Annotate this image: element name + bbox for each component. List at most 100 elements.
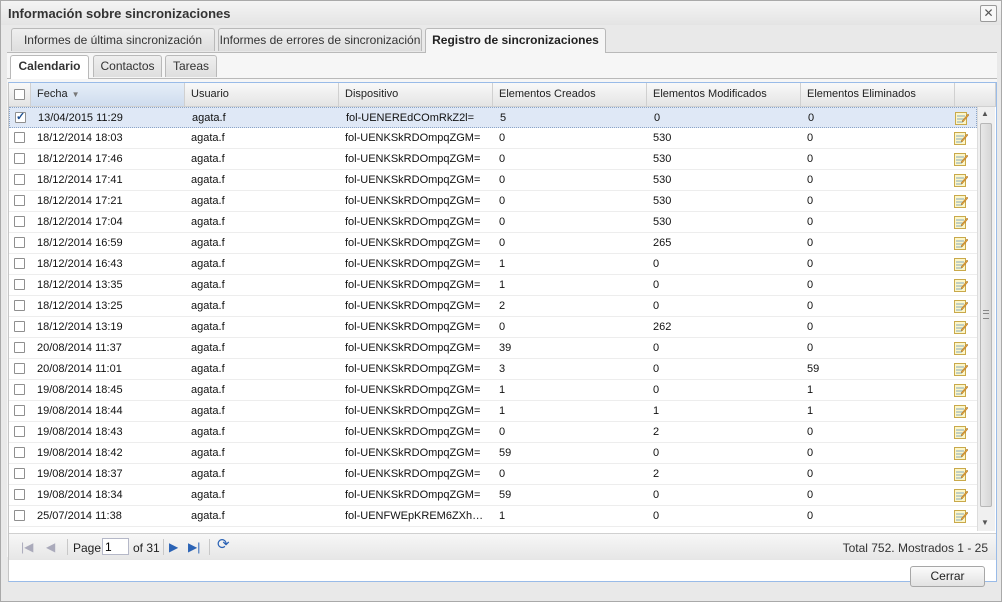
table-row[interactable]: 19/08/2014 18:37 agata.f fol-UENKSkRDOmpqZ… <box>9 464 977 485</box>
edit-note-icon[interactable] <box>954 509 969 523</box>
table-row[interactable]: 19/08/2014 18:43 agata.f fol-UENKSkRDOmpqZ… <box>9 422 977 443</box>
cell-eliminados: 0 <box>807 195 814 207</box>
column-header-creados[interactable]: Elementos Creados <box>493 83 647 106</box>
edit-note-icon[interactable] <box>954 467 969 481</box>
scroll-up-icon[interactable]: ▲ <box>981 109 989 118</box>
row-checkbox[interactable] <box>14 342 25 353</box>
edit-note-icon[interactable] <box>954 488 969 502</box>
tab-calendario[interactable]: Calendario <box>10 55 89 79</box>
cell-modificados: 262 <box>653 321 672 333</box>
table-row[interactable]: 18/12/2014 18:03 agata.f fol-UENKSkRDOmpqZ… <box>9 128 977 149</box>
row-checkbox[interactable] <box>14 489 25 500</box>
column-header-usuario[interactable]: Usuario <box>185 83 339 106</box>
row-checkbox[interactable] <box>14 363 25 374</box>
edit-note-icon[interactable] <box>954 341 969 355</box>
row-checkbox[interactable] <box>14 321 25 332</box>
row-checkbox[interactable] <box>14 237 25 248</box>
column-header-eliminados[interactable]: Elementos Eliminados <box>801 83 955 106</box>
edit-note-icon[interactable] <box>954 152 969 166</box>
table-row[interactable]: 18/12/2014 17:46 agata.f fol-UENKSkRDOmpqZ… <box>9 149 977 170</box>
refresh-icon[interactable]: ⟳ <box>217 537 230 552</box>
cell-creados: 0 <box>499 468 506 480</box>
row-checkbox[interactable] <box>14 447 25 458</box>
row-checkbox[interactable] <box>14 279 25 290</box>
vertical-scrollbar[interactable]: ▲ ▼ <box>977 107 995 531</box>
edit-note-icon[interactable] <box>954 383 969 397</box>
edit-note-icon[interactable] <box>954 362 969 376</box>
table-row[interactable]: 18/12/2014 16:59 agata.f fol-UENKSkRDOmpqZ… <box>9 233 977 254</box>
row-checkbox[interactable] <box>14 258 25 269</box>
first-page-icon[interactable]: |◀ <box>21 540 33 554</box>
cell-dispositivo: fol-UENEREdCOmRkZ2l= <box>346 112 475 124</box>
row-checkbox[interactable] <box>14 174 25 185</box>
edit-note-icon[interactable] <box>954 194 969 208</box>
edit-note-icon[interactable] <box>954 320 969 334</box>
table-row[interactable]: 18/12/2014 13:25 agata.f fol-UENKSkRDOmpqZ… <box>9 296 977 317</box>
row-checkbox[interactable] <box>14 132 25 143</box>
edit-note-icon[interactable] <box>954 131 969 145</box>
table-row[interactable]: 18/12/2014 13:35 agata.f fol-UENKSkRDOmpqZ… <box>9 275 977 296</box>
scroll-down-icon[interactable]: ▼ <box>981 518 989 527</box>
select-all-checkbox[interactable] <box>14 89 25 100</box>
prev-page-icon[interactable]: ◀ <box>46 540 55 554</box>
cell-modificados: 530 <box>653 216 672 228</box>
table-row[interactable]: 19/08/2014 18:45 agata.f fol-UENKSkRDOmpqZ… <box>9 380 977 401</box>
row-checkbox[interactable] <box>14 510 25 521</box>
tab-sync-log[interactable]: Registro de sincronizaciones <box>425 28 606 53</box>
edit-note-icon[interactable] <box>954 446 969 460</box>
edit-note-icon[interactable] <box>954 404 969 418</box>
row-checkbox[interactable] <box>14 195 25 206</box>
edit-note-icon[interactable] <box>954 215 969 229</box>
table-row[interactable]: 20/08/2014 11:01 agata.f fol-UENKSkRDOmpqZ… <box>9 359 977 380</box>
last-page-icon[interactable]: ▶| <box>188 540 200 554</box>
row-checkbox[interactable] <box>14 405 25 416</box>
cell-creados: 0 <box>499 153 506 165</box>
sync-info-window: Información sobre sincronizaciones ✕ Inf… <box>0 0 1002 602</box>
edit-note-icon[interactable] <box>955 111 970 125</box>
cell-creados: 0 <box>499 216 506 228</box>
edit-note-icon[interactable] <box>954 299 969 313</box>
page-number-input[interactable] <box>102 538 129 555</box>
close-icon[interactable]: ✕ <box>980 5 997 22</box>
row-checkbox[interactable] <box>14 468 25 479</box>
tab-contactos[interactable]: Contactos <box>93 55 162 77</box>
row-checkbox[interactable] <box>14 216 25 227</box>
table-row[interactable]: 20/08/2014 11:37 agata.f fol-UENKSkRDOmpqZ… <box>9 338 977 359</box>
edit-note-icon[interactable] <box>954 425 969 439</box>
table-row[interactable]: 25/07/2014 11:38 agata.f fol-UENFWEpKREM6Z… <box>9 506 977 527</box>
column-header-modificados[interactable]: Elementos Modificados <box>647 83 801 106</box>
tab-slow-sync-reports[interactable]: Informes de última sincronización lenta <box>11 28 215 69</box>
column-header-dispositivo[interactable]: Dispositivo <box>339 83 493 106</box>
table-row[interactable]: 13/04/2015 11:29 agata.f fol-UENEREdCOmRkZ… <box>9 107 977 128</box>
cell-dispositivo: fol-UENKSkRDOmpqZGM= <box>345 363 481 375</box>
table-row[interactable]: 18/12/2014 17:21 agata.f fol-UENKSkRDOmpqZ… <box>9 191 977 212</box>
column-header-fecha[interactable]: Fecha ▼ <box>31 83 185 106</box>
edit-note-icon[interactable] <box>954 257 969 271</box>
table-row[interactable]: 19/08/2014 18:34 agata.f fol-UENKSkRDOmpqZ… <box>9 485 977 506</box>
cell-fecha: 25/07/2014 11:38 <box>37 510 122 522</box>
table-row[interactable]: 18/12/2014 17:41 agata.f fol-UENKSkRDOmpqZ… <box>9 170 977 191</box>
table-row[interactable]: 18/12/2014 16:43 agata.f fol-UENKSkRDOmpqZ… <box>9 254 977 275</box>
tab-sync-error-reports[interactable]: Informes de errores de sincronización <box>218 28 422 51</box>
cell-dispositivo: fol-UENKSkRDOmpqZGM= <box>345 195 481 207</box>
next-page-icon[interactable]: ▶ <box>169 540 178 554</box>
table-row[interactable]: 18/12/2014 13:19 agata.f fol-UENKSkRDOmpqZ… <box>9 317 977 338</box>
row-checkbox[interactable] <box>14 300 25 311</box>
row-checkbox[interactable] <box>14 384 25 395</box>
edit-note-icon[interactable] <box>954 173 969 187</box>
cell-dispositivo: fol-UENKSkRDOmpqZGM= <box>345 321 481 333</box>
tab-tareas[interactable]: Tareas <box>165 55 217 77</box>
scroll-thumb[interactable] <box>980 123 992 507</box>
cell-usuario: agata.f <box>191 384 225 396</box>
window-titlebar[interactable]: Información sobre sincronizaciones ✕ <box>1 1 1001 25</box>
row-checkbox[interactable] <box>15 110 26 123</box>
edit-note-icon[interactable] <box>954 236 969 250</box>
cell-fecha: 20/08/2014 11:01 <box>37 363 122 375</box>
row-checkbox[interactable] <box>14 426 25 437</box>
cerrar-button[interactable]: Cerrar <box>910 566 985 587</box>
table-row[interactable]: 18/12/2014 17:04 agata.f fol-UENKSkRDOmpqZ… <box>9 212 977 233</box>
row-checkbox[interactable] <box>14 153 25 164</box>
edit-note-icon[interactable] <box>954 278 969 292</box>
table-row[interactable]: 19/08/2014 18:44 agata.f fol-UENKSkRDOmpqZ… <box>9 401 977 422</box>
table-row[interactable]: 19/08/2014 18:42 agata.f fol-UENKSkRDOmpqZ… <box>9 443 977 464</box>
